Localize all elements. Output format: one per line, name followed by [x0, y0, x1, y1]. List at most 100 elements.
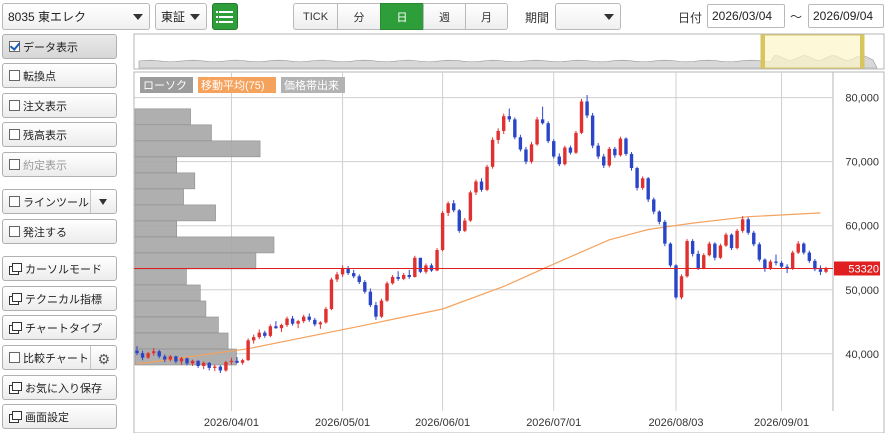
candle-body — [218, 366, 223, 371]
candle-body — [663, 221, 667, 244]
gear-icon: ⚙ — [97, 351, 110, 367]
candle-body — [179, 358, 184, 362]
list-view-button[interactable] — [212, 3, 238, 30]
candle-body — [468, 192, 473, 221]
symbol-value: 8035 東エレク — [8, 10, 87, 24]
sidebar-item-7[interactable]: カーソルモード — [2, 256, 117, 281]
tab-tick[interactable]: TICK — [293, 3, 338, 30]
candle-body — [440, 212, 445, 251]
candle-body — [185, 358, 189, 364]
candle-body — [263, 332, 267, 336]
period-select[interactable] — [555, 3, 621, 30]
candle-body — [390, 276, 395, 284]
sidebar-item-label: ラインツール — [23, 196, 89, 209]
candle-body — [518, 137, 523, 150]
candle-body — [168, 356, 173, 360]
x-tick-label: 2026/05/01 — [315, 417, 370, 429]
candle-body — [279, 324, 284, 329]
candle-body — [368, 291, 373, 306]
volume-profile-bar — [134, 140, 261, 158]
sidebar-item-11[interactable]: お気に入り保存 — [2, 375, 117, 400]
tab-day[interactable]: 日 — [380, 3, 424, 30]
candle-body — [457, 210, 461, 231]
candle-body — [557, 156, 561, 165]
candle-body — [140, 353, 145, 358]
overview-handle-left[interactable] — [761, 35, 765, 68]
candle-body — [429, 265, 434, 271]
sidebar-item-6[interactable]: 発注する — [2, 219, 117, 244]
overview-handle-right[interactable] — [860, 35, 864, 68]
date-label: 日付 — [678, 11, 703, 25]
overview-selection[interactable] — [760, 34, 865, 69]
candle-body — [629, 153, 634, 169]
candle-body — [602, 156, 606, 166]
sidebar-item-8[interactable]: テクニカル指標 — [2, 286, 117, 311]
candle-body — [674, 265, 678, 298]
candle-body — [613, 148, 617, 156]
candle-body — [707, 243, 712, 256]
candle-body — [507, 116, 511, 120]
candle-body — [213, 366, 217, 368]
candle-body — [774, 261, 778, 263]
price-chart[interactable]: 40,000 50,000 60,000 70,000 80,000 2026/04/01… — [133, 33, 885, 433]
volume-profile-bar — [134, 252, 257, 270]
candle-body — [807, 252, 812, 261]
candle-body — [402, 275, 406, 279]
date-to-field[interactable]: 2026/09/04 — [808, 4, 884, 28]
candle-body — [502, 116, 506, 131]
candle-body — [607, 148, 611, 166]
sidebar-item-1[interactable]: 転換点 — [2, 63, 117, 88]
candle-body — [779, 262, 784, 267]
x-tick-label: 2026/04/01 — [204, 417, 259, 429]
candle-body — [668, 243, 673, 266]
candle-body — [335, 274, 339, 280]
market-select[interactable]: 東証 — [155, 3, 207, 30]
candle-body — [479, 181, 484, 190]
chevron-down-icon — [190, 13, 200, 20]
volume-profile-bar — [134, 204, 216, 222]
sidebar-item-label: お気に入り保存 — [25, 382, 102, 395]
sidebar-item-2[interactable]: 注文表示 — [2, 93, 117, 118]
window-icon — [9, 263, 22, 275]
x-tick-label: 2026/09/01 — [754, 417, 809, 429]
dropdown-toggle[interactable] — [90, 190, 116, 213]
volume-profile-bar — [134, 316, 219, 334]
tab-week[interactable]: 週 — [423, 3, 466, 30]
volume-profile-bar — [134, 188, 184, 206]
sidebar-item-label: データ表示 — [23, 41, 78, 54]
y-tick-label: 80,000 — [845, 93, 879, 105]
candle-body — [579, 101, 584, 133]
sidebar-item-12[interactable]: 画面設定 — [2, 404, 117, 429]
legend-candle-text: ローソク — [143, 79, 187, 92]
candle-body — [407, 275, 411, 277]
volume-profile-bar — [134, 172, 196, 190]
date-from-field[interactable]: 2026/03/04 — [707, 4, 785, 28]
sidebar-item-3[interactable]: 残高表示 — [2, 122, 117, 147]
sidebar-item-0[interactable]: データ表示 — [2, 34, 117, 59]
sidebar-item-5[interactable]: ラインツール — [2, 189, 117, 214]
candle-body — [474, 181, 478, 193]
y-tick-label: 40,000 — [845, 349, 879, 361]
candle-body — [563, 147, 567, 165]
chart-area[interactable]: 40,000 50,000 60,000 70,000 80,000 2026/04/01… — [133, 33, 885, 433]
sidebar-item-4: 約定表示 — [2, 152, 117, 177]
candle-body — [768, 261, 773, 269]
candle-body — [552, 141, 556, 157]
sidebar-item-10[interactable]: 比較チャート ⚙ — [2, 345, 117, 370]
candle-body — [585, 101, 589, 116]
candle-body — [257, 332, 261, 338]
tab-month[interactable]: 月 — [465, 3, 508, 30]
volume-profile-bar — [134, 300, 207, 318]
volume-profile-bar — [134, 332, 229, 350]
symbol-select[interactable]: 8035 東エレク — [2, 3, 150, 30]
tab-minute[interactable]: 分 — [337, 3, 381, 30]
volume-profile-bar — [134, 108, 191, 126]
candle-body — [590, 115, 595, 146]
candle-body — [229, 360, 234, 363]
candle-body — [352, 273, 356, 277]
sidebar-item-9[interactable]: チャートタイプ — [2, 315, 117, 340]
candle-body — [240, 360, 245, 363]
compare-settings-button[interactable]: ⚙ — [90, 346, 116, 369]
candle-body — [690, 241, 695, 254]
sidebar-item-label: 注文表示 — [23, 100, 67, 113]
